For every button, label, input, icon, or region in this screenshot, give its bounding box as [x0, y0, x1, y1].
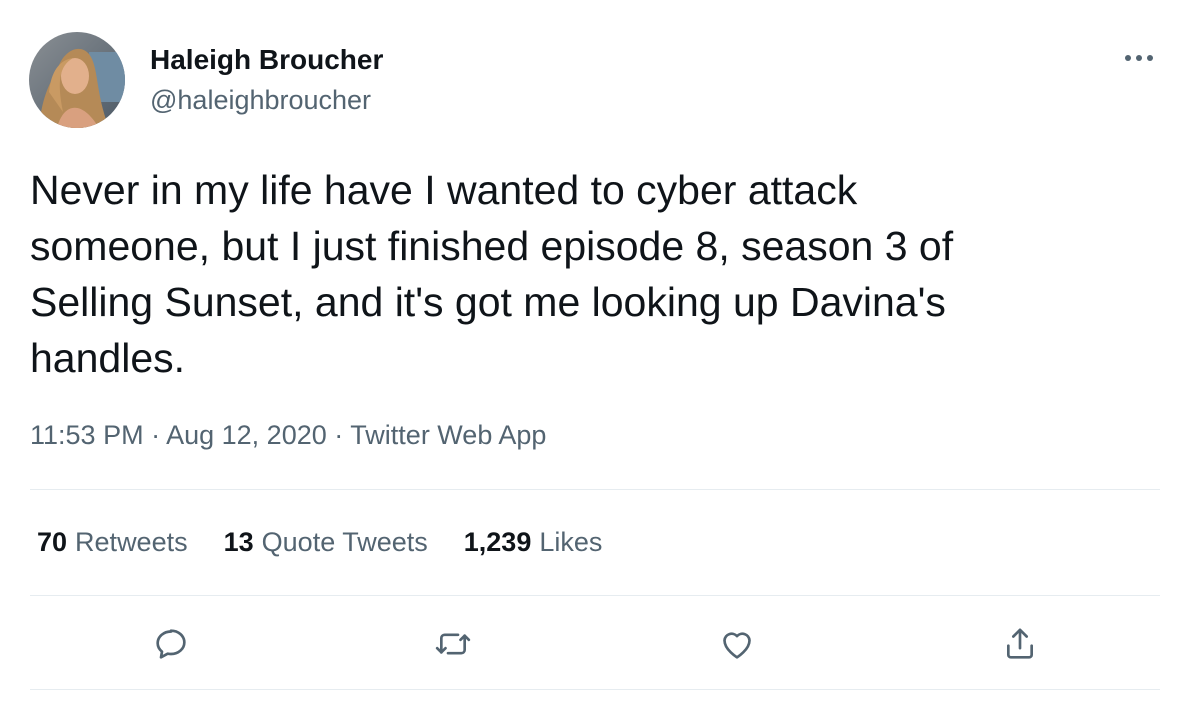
tweet-meta: 11:53 PM · Aug 12, 2020 · Twitter Web Ap… [30, 420, 546, 451]
retweet-icon [435, 633, 471, 655]
reply-icon [156, 629, 186, 659]
share-button[interactable] [996, 620, 1044, 668]
reply-button[interactable] [147, 620, 195, 668]
retweets-stat[interactable]: 70 Retweets [37, 527, 188, 558]
more-horizontal-icon [1125, 55, 1153, 61]
retweets-count: 70 [37, 527, 68, 557]
avatar[interactable] [29, 32, 125, 128]
tweet-source[interactable]: Twitter Web App [350, 420, 546, 450]
share-icon [1007, 628, 1033, 659]
like-button[interactable] [713, 620, 761, 668]
likes-label: Likes [539, 527, 603, 557]
tweet-date[interactable]: Aug 12, 2020 [166, 420, 327, 450]
meta-separator: · [334, 420, 344, 450]
heart-icon [723, 632, 751, 659]
more-options-button[interactable] [1122, 46, 1156, 70]
retweet-button[interactable] [429, 620, 477, 668]
author-handle[interactable]: @haleighbroucher [150, 85, 371, 116]
quote-tweets-label: Quote Tweets [261, 527, 428, 557]
retweets-label: Retweets [75, 527, 188, 557]
avatar-photo [29, 32, 125, 128]
likes-stat[interactable]: 1,239 Likes [464, 527, 603, 558]
tweet-text: Never in my life have I wanted to cyber … [30, 167, 954, 381]
meta-separator: · [151, 420, 161, 450]
author-name[interactable]: Haleigh Broucher [150, 44, 383, 76]
divider [30, 489, 1160, 490]
tweet-stats: 70 Retweets 13 Quote Tweets 1,239 Likes [37, 527, 638, 558]
likes-count: 1,239 [463, 527, 532, 557]
divider [30, 595, 1160, 596]
tweet-time[interactable]: 11:53 PM [30, 420, 144, 450]
quote-tweets-count: 13 [223, 527, 254, 557]
quote-tweets-stat[interactable]: 13 Quote Tweets [224, 527, 428, 558]
divider [30, 689, 1160, 690]
tweet-card: Haleigh Broucher @haleighbroucher Never … [0, 0, 1200, 712]
